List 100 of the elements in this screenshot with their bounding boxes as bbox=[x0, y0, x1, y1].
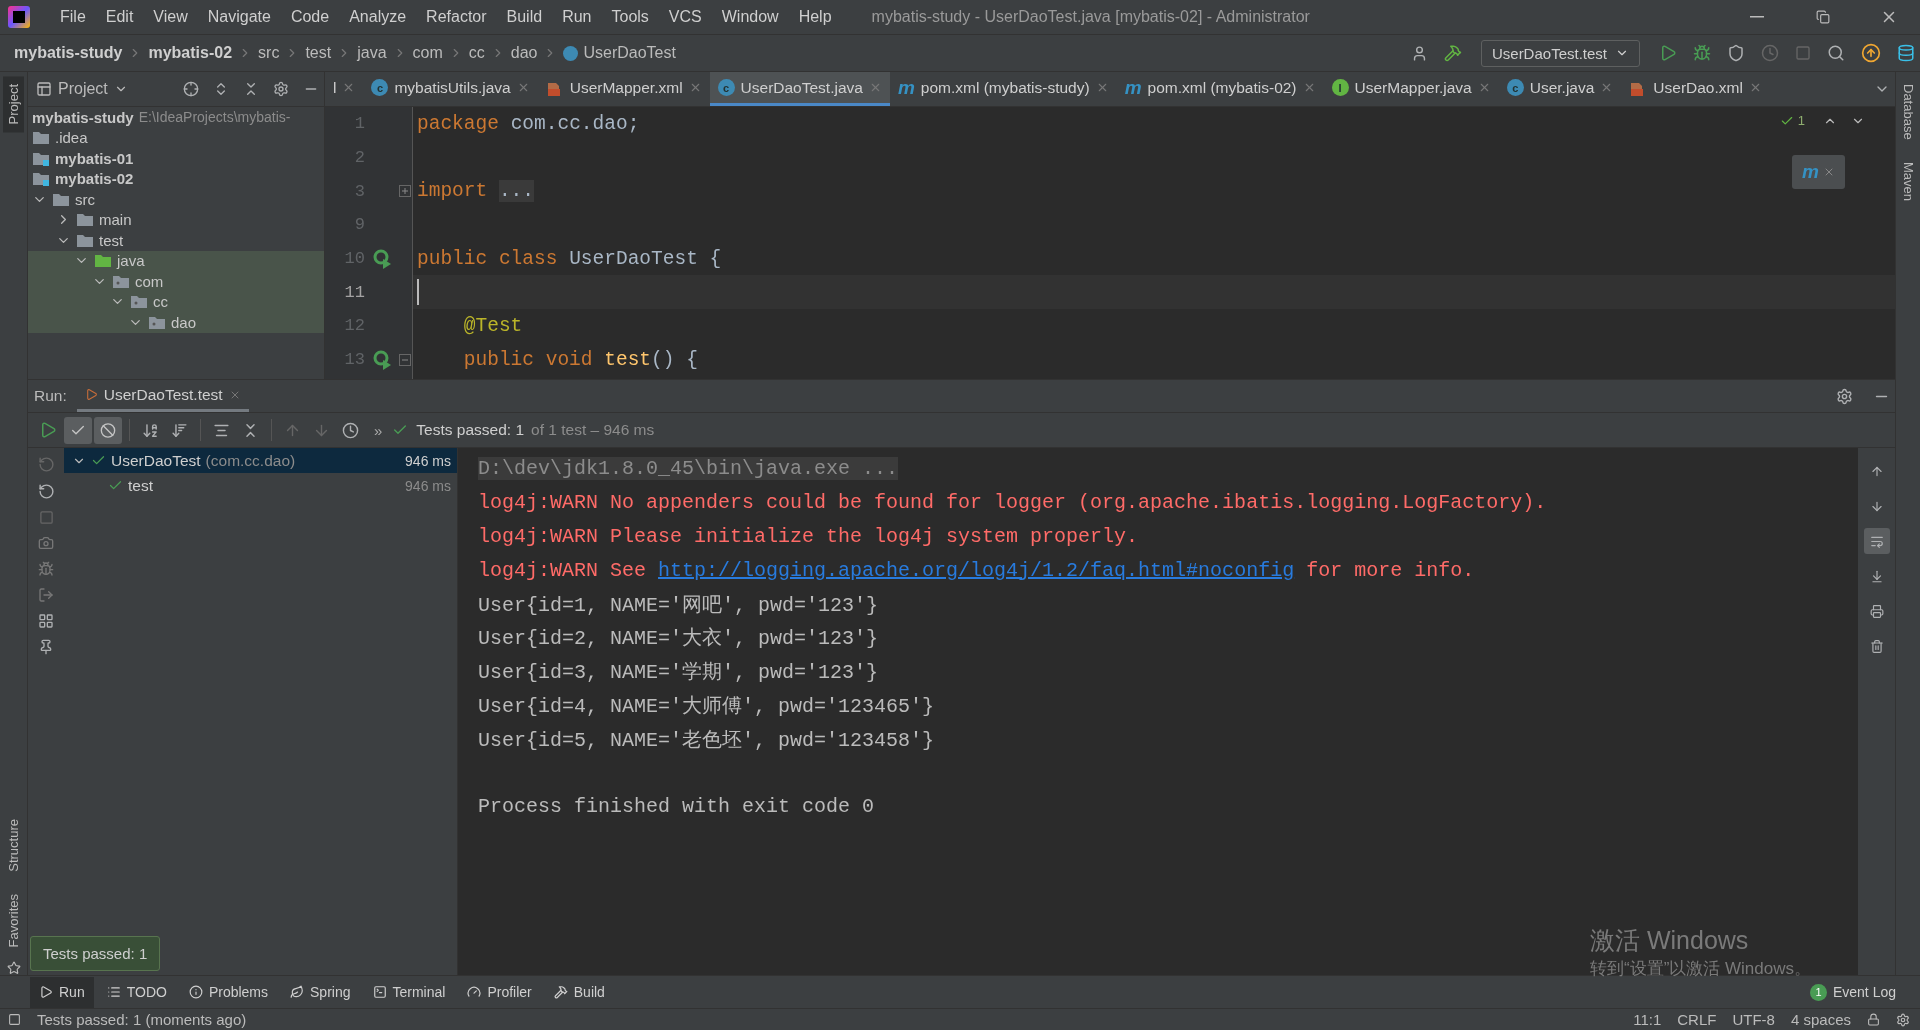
tool-window-button[interactable]: Terminal bbox=[363, 976, 455, 1008]
status-item[interactable]: UTF-8 bbox=[1732, 1011, 1775, 1028]
status-item[interactable]: 4 spaces bbox=[1790, 1011, 1851, 1028]
output-line: Process finished with exit code 0 bbox=[478, 795, 875, 819]
tree-item[interactable]: main bbox=[28, 209, 324, 230]
show-ignored-toggle[interactable] bbox=[94, 416, 122, 444]
project-view-selector[interactable]: Project bbox=[36, 80, 128, 98]
tool-window-button[interactable]: Problems bbox=[179, 976, 278, 1008]
tree-item[interactable]: dao bbox=[28, 312, 324, 333]
tool-window-button[interactable]: TODO bbox=[97, 976, 176, 1008]
menu-item[interactable]: File bbox=[52, 8, 94, 26]
fold-icon[interactable] bbox=[399, 353, 411, 366]
breadcrumb[interactable]: com bbox=[412, 44, 443, 62]
breadcrumb[interactable]: cc bbox=[468, 44, 485, 62]
breadcrumb[interactable]: java bbox=[357, 44, 387, 62]
tool-window-tab[interactable]: Database bbox=[1897, 76, 1919, 148]
test-duration: 946 ms bbox=[405, 477, 451, 494]
output-line: User{id=2, NAME='大衣', pwd='123'} bbox=[478, 626, 879, 652]
test-tree-item[interactable]: test 946 ms bbox=[64, 473, 457, 498]
package-folder-icon bbox=[130, 294, 148, 310]
menu-item[interactable]: Run bbox=[554, 8, 600, 26]
menu-item[interactable]: Help bbox=[790, 8, 840, 26]
editor-tab[interactable]: c UserDaoTest.java bbox=[709, 72, 890, 106]
breadcrumb[interactable]: UserDaoTest bbox=[563, 44, 676, 62]
ban-icon bbox=[100, 421, 116, 439]
hammer-icon bbox=[553, 985, 568, 999]
show-passed-toggle[interactable] bbox=[64, 416, 92, 444]
tool-window-button[interactable]: Spring bbox=[281, 976, 360, 1008]
trash-icon bbox=[1869, 637, 1884, 655]
class-icon: c bbox=[717, 79, 735, 96]
editor-tab[interactable]: c User.java bbox=[1498, 72, 1622, 106]
tree-item[interactable]: mybatis-02 bbox=[28, 168, 324, 189]
code-line: public void test() { bbox=[462, 348, 698, 371]
editor-tab[interactable]: UserMapper.xml bbox=[537, 72, 710, 106]
more-button[interactable]: » bbox=[366, 421, 391, 439]
event-log-button[interactable]: 1 Event Log bbox=[1803, 982, 1902, 1002]
tree-item[interactable]: java bbox=[28, 250, 324, 271]
tree-item[interactable]: mybatis-study E:\IdeaProjects\mybatis- bbox=[28, 107, 324, 128]
folder-icon bbox=[76, 232, 94, 248]
breadcrumb[interactable]: test bbox=[305, 44, 332, 62]
menu-item[interactable]: Refactor bbox=[418, 8, 495, 26]
test-tree-item[interactable]: UserDaoTest (com.cc.dao) 946 ms bbox=[64, 448, 457, 473]
run-test-icon[interactable] bbox=[373, 349, 393, 370]
test-package: (com.cc.dao) bbox=[205, 451, 296, 470]
editor-tab[interactable]: c mybatisUtils.java bbox=[363, 72, 538, 106]
menu-item[interactable]: Window bbox=[713, 8, 787, 26]
test-duration: 946 ms bbox=[405, 452, 451, 469]
menu-item[interactable]: VCS bbox=[660, 8, 710, 26]
star-icon bbox=[6, 961, 21, 975]
editor-tab[interactable]: m pom.xml (mybatis-02) bbox=[1116, 72, 1324, 106]
status-item[interactable]: 11:1 bbox=[1633, 1011, 1662, 1028]
run-tab[interactable]: UserDaoTest.test bbox=[76, 380, 249, 412]
editor-tab[interactable]: I UserMapper.java bbox=[1323, 72, 1499, 106]
close-icon[interactable] bbox=[1823, 166, 1835, 178]
breadcrumb[interactable]: mybatis-study bbox=[14, 44, 123, 62]
status-item[interactable]: CRLF bbox=[1677, 1011, 1717, 1028]
menu-item[interactable]: Navigate bbox=[199, 8, 279, 26]
tool-window-button[interactable]: Profiler bbox=[458, 976, 541, 1008]
menu-item[interactable]: Code bbox=[282, 8, 338, 26]
tree-item[interactable]: .idea bbox=[28, 127, 324, 148]
test-name: test bbox=[128, 476, 153, 495]
activation-subtitle: 转到“设置”以激活 Windows。 bbox=[1590, 958, 1811, 980]
tool-window-button[interactable]: Build bbox=[544, 976, 614, 1008]
tree-item[interactable]: test bbox=[28, 230, 324, 251]
folder-icon bbox=[32, 130, 50, 146]
menu-item[interactable]: Analyze bbox=[341, 8, 415, 26]
package-folder-icon bbox=[148, 314, 166, 330]
tool-window-tab[interactable]: Maven bbox=[1897, 153, 1919, 209]
error-output-line: log4j:WARN No appenders could be found for logger (org.apache.ibatis.logging.LogFactory). bbox=[478, 491, 1547, 515]
menu-item[interactable]: Tools bbox=[603, 8, 657, 26]
editor-tab[interactable]: m pom.xml (mybatis-study) bbox=[889, 72, 1117, 106]
panel-toggle-icon[interactable] bbox=[8, 1013, 21, 1026]
breadcrumb[interactable]: src bbox=[258, 44, 280, 62]
tree-item[interactable]: src bbox=[28, 189, 324, 210]
lock-icon[interactable] bbox=[1867, 1013, 1880, 1026]
output-line: User{id=3, NAME='学期', pwd='123'} bbox=[478, 660, 879, 686]
breadcrumb[interactable]: dao bbox=[510, 44, 538, 62]
editor-tab[interactable]: UserDao.xml bbox=[1621, 72, 1770, 106]
settings-icon[interactable] bbox=[1896, 1012, 1910, 1027]
breadcrumb[interactable]: mybatis-02 bbox=[148, 44, 233, 62]
tree-item[interactable]: mybatis-01 bbox=[28, 148, 324, 169]
menu-item[interactable]: View bbox=[145, 8, 196, 26]
run-test-icon[interactable] bbox=[373, 248, 393, 269]
tree-label: mybatis-02 bbox=[55, 170, 134, 188]
soft-wrap-toggle[interactable] bbox=[1863, 528, 1890, 554]
tree-item[interactable]: com bbox=[28, 271, 324, 292]
project-path: E:\IdeaProjects\mybatis- bbox=[138, 109, 291, 126]
tree-label: cc bbox=[153, 293, 168, 311]
tool-window-button[interactable]: Run bbox=[30, 976, 94, 1008]
tree-item[interactable]: cc bbox=[28, 291, 324, 312]
tool-window-tab[interactable]: Favorites bbox=[3, 885, 24, 955]
unfold-icon[interactable] bbox=[399, 185, 411, 198]
inspection-count: 1 bbox=[1797, 113, 1805, 128]
package-folder-icon bbox=[112, 273, 130, 289]
menu-item[interactable]: Edit bbox=[97, 8, 142, 26]
tool-window-tab[interactable]: Structure bbox=[3, 810, 24, 880]
tool-window-tab[interactable]: Project bbox=[3, 76, 24, 133]
run-configuration-dropdown[interactable]: UserDaoTest.test bbox=[1480, 39, 1640, 67]
menu-item[interactable]: Build bbox=[498, 8, 551, 26]
editor-tab[interactable]: l bbox=[325, 72, 364, 106]
